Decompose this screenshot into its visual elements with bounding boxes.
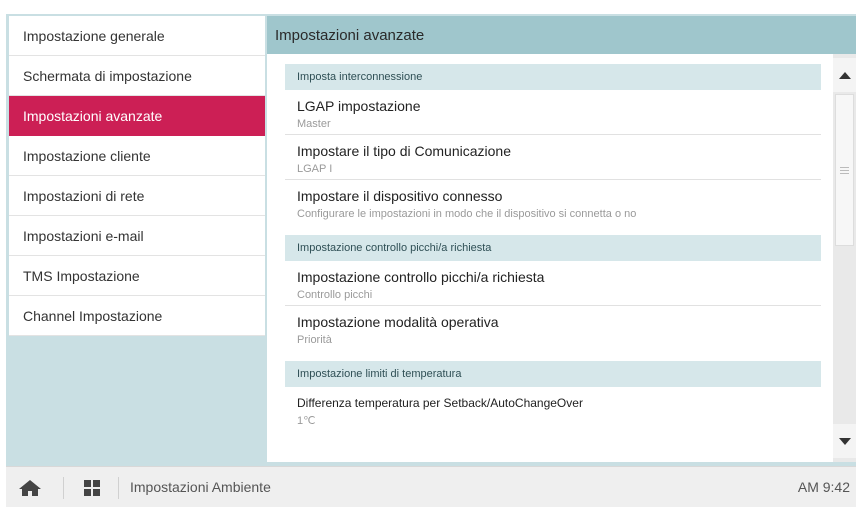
menu-item-label: Impostazioni e-mail	[23, 227, 144, 244]
clock: AM 9:42	[797, 479, 850, 495]
setting-row-comunicazione[interactable]: Impostare il tipo di Comunicazione LGAP …	[285, 135, 821, 180]
menu-item-label: TMS Impostazione	[23, 267, 140, 284]
divider	[118, 477, 119, 499]
menu-item-label: Schermata di impostazione	[23, 67, 192, 84]
menu-item-label: Impostazioni di rete	[23, 187, 145, 204]
setting-row-dispositivo-connesso[interactable]: Impostare il dispositivo connesso Config…	[285, 180, 821, 225]
section-header-label: Impostazione controllo picchi/a richiest…	[297, 242, 492, 254]
triangle-up-icon	[838, 71, 851, 79]
section-header-interconnessione: Imposta interconnessione	[285, 64, 821, 90]
home-icon[interactable]	[18, 479, 42, 497]
panel-title: Impostazioni avanzate	[267, 16, 856, 54]
triangle-down-icon	[838, 437, 851, 445]
menu-item-impostazioni-avanzate[interactable]: Impostazioni avanzate	[9, 96, 265, 136]
section-header-label: Impostazione limiti di temperatura	[297, 368, 462, 380]
setting-value: Configurare le impostazioni in modo che …	[297, 208, 637, 220]
setting-value: Priorità	[297, 334, 332, 346]
setting-title: Impostazione modalità operativa	[297, 314, 499, 330]
setting-title: Impostare il tipo di Comunicazione	[297, 143, 511, 159]
setting-row-controllo-picchi[interactable]: Impostazione controllo picchi/a richiest…	[285, 261, 821, 306]
menu-item-impostazioni-e-mail[interactable]: Impostazioni e-mail	[9, 216, 265, 256]
scroll-thumb[interactable]	[835, 94, 854, 246]
setting-title: Impostazione controllo picchi/a richiest…	[297, 269, 545, 285]
setting-value: 1℃	[297, 415, 316, 427]
divider	[63, 477, 64, 499]
menu-item-label: Channel Impostazione	[23, 307, 163, 324]
grid-icon[interactable]	[84, 480, 100, 496]
section-header-controllo-picchi: Impostazione controllo picchi/a richiest…	[285, 235, 821, 261]
bottom-bar: Impostazioni Ambiente AM 9:42	[6, 466, 856, 507]
bottom-bar-label: Impostazioni Ambiente	[130, 479, 271, 495]
setting-value: Controllo picchi	[297, 289, 373, 301]
panel-title-text: Impostazioni avanzate	[275, 26, 425, 44]
menu-item-schermata-di-impostazione[interactable]: Schermata di impostazione	[9, 56, 265, 96]
setting-title: Impostare il dispositivo connesso	[297, 188, 503, 204]
setting-row-lgap[interactable]: LGAP impostazione Master	[285, 90, 821, 135]
menu-item-label: Impostazione cliente	[23, 147, 151, 164]
grip-icon	[840, 166, 849, 174]
setting-value: LGAP I	[297, 163, 333, 175]
scrollbar[interactable]	[833, 54, 856, 462]
setting-title: LGAP impostazione	[297, 98, 421, 114]
menu-item-tms-impostazione[interactable]: TMS Impostazione	[9, 256, 265, 296]
section-header-label: Imposta interconnessione	[297, 71, 423, 83]
settings-menu: Impostazione generale Schermata di impos…	[9, 16, 265, 336]
menu-item-label: Impostazioni avanzate	[23, 107, 163, 124]
scroll-up-button[interactable]	[833, 58, 856, 92]
setting-title: Differenza temperatura per Setback/AutoC…	[297, 396, 583, 410]
setting-row-modalita-operativa[interactable]: Impostazione modalità operativa Priorità	[285, 306, 821, 351]
setting-row-differenza-temperatura[interactable]: Differenza temperatura per Setback/AutoC…	[285, 387, 821, 432]
setting-value: Master	[297, 118, 331, 130]
section-header-limiti-temperatura: Impostazione limiti di temperatura	[285, 361, 821, 387]
menu-item-impostazione-cliente[interactable]: Impostazione cliente	[9, 136, 265, 176]
menu-item-impostazioni-di-rete[interactable]: Impostazioni di rete	[9, 176, 265, 216]
menu-item-label: Impostazione generale	[23, 27, 165, 44]
scroll-down-button[interactable]	[833, 424, 856, 458]
menu-item-channel-impostazione[interactable]: Channel Impostazione	[9, 296, 265, 336]
settings-list: Imposta interconnessione LGAP impostazio…	[267, 54, 833, 462]
menu-item-impostazione-generale[interactable]: Impostazione generale	[9, 16, 265, 56]
